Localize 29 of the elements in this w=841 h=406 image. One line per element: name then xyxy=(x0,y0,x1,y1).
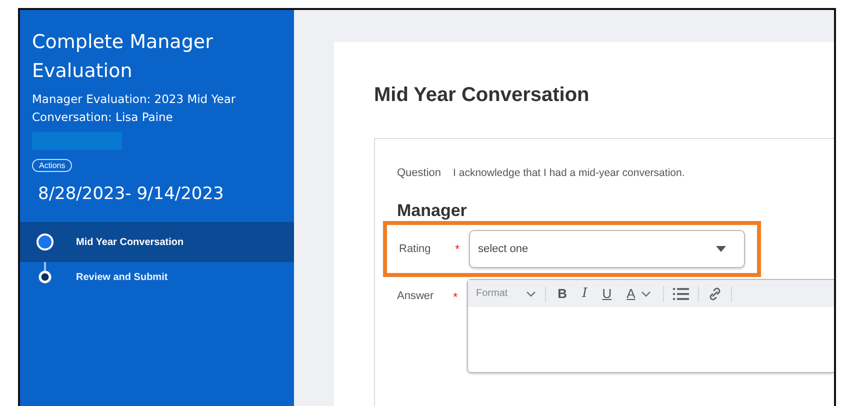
question-text: I acknowledge that I had a mid-year conversation. xyxy=(453,167,685,179)
step-label: Mid Year Conversation xyxy=(76,236,184,248)
step-label: Review and Submit xyxy=(76,272,168,282)
rating-dropdown[interactable]: select one xyxy=(469,230,745,268)
link-icon[interactable] xyxy=(708,286,722,300)
actions-button[interactable]: Actions xyxy=(32,159,72,172)
underline-button[interactable]: U xyxy=(599,286,615,301)
step-item[interactable]: Review and Submit xyxy=(20,266,294,288)
subsection-title: Manager xyxy=(397,201,468,221)
step-marker-icon xyxy=(36,268,54,286)
chevron-down-icon xyxy=(641,290,652,296)
question-label: Question xyxy=(397,167,442,179)
section-heading: Mid Year Conversation xyxy=(374,84,590,107)
chevron-down-icon xyxy=(526,290,536,296)
rating-label: Rating xyxy=(399,243,432,255)
answer-label: Answer xyxy=(397,290,435,302)
color-button[interactable]: A xyxy=(624,286,654,301)
list-icon[interactable] xyxy=(673,286,690,300)
step-marker-icon xyxy=(36,233,54,251)
answer-editor[interactable]: Format B I U A xyxy=(467,279,834,373)
required-mark: * xyxy=(455,242,461,256)
evaluation-subtitle: Manager Evaluation: 2023 Mid Year Conversation: Lisa Paine xyxy=(32,91,237,126)
dropdown-caret-icon xyxy=(716,246,726,252)
date-range: 8/28/2023- 9/14/2023 xyxy=(38,184,224,204)
bold-button[interactable]: B xyxy=(554,286,570,301)
page-title: Complete Manager Evaluation xyxy=(32,30,214,84)
step-item[interactable]: Mid Year Conversation xyxy=(20,222,294,262)
required-mark: * xyxy=(453,290,459,304)
italic-button[interactable]: I xyxy=(579,286,590,301)
